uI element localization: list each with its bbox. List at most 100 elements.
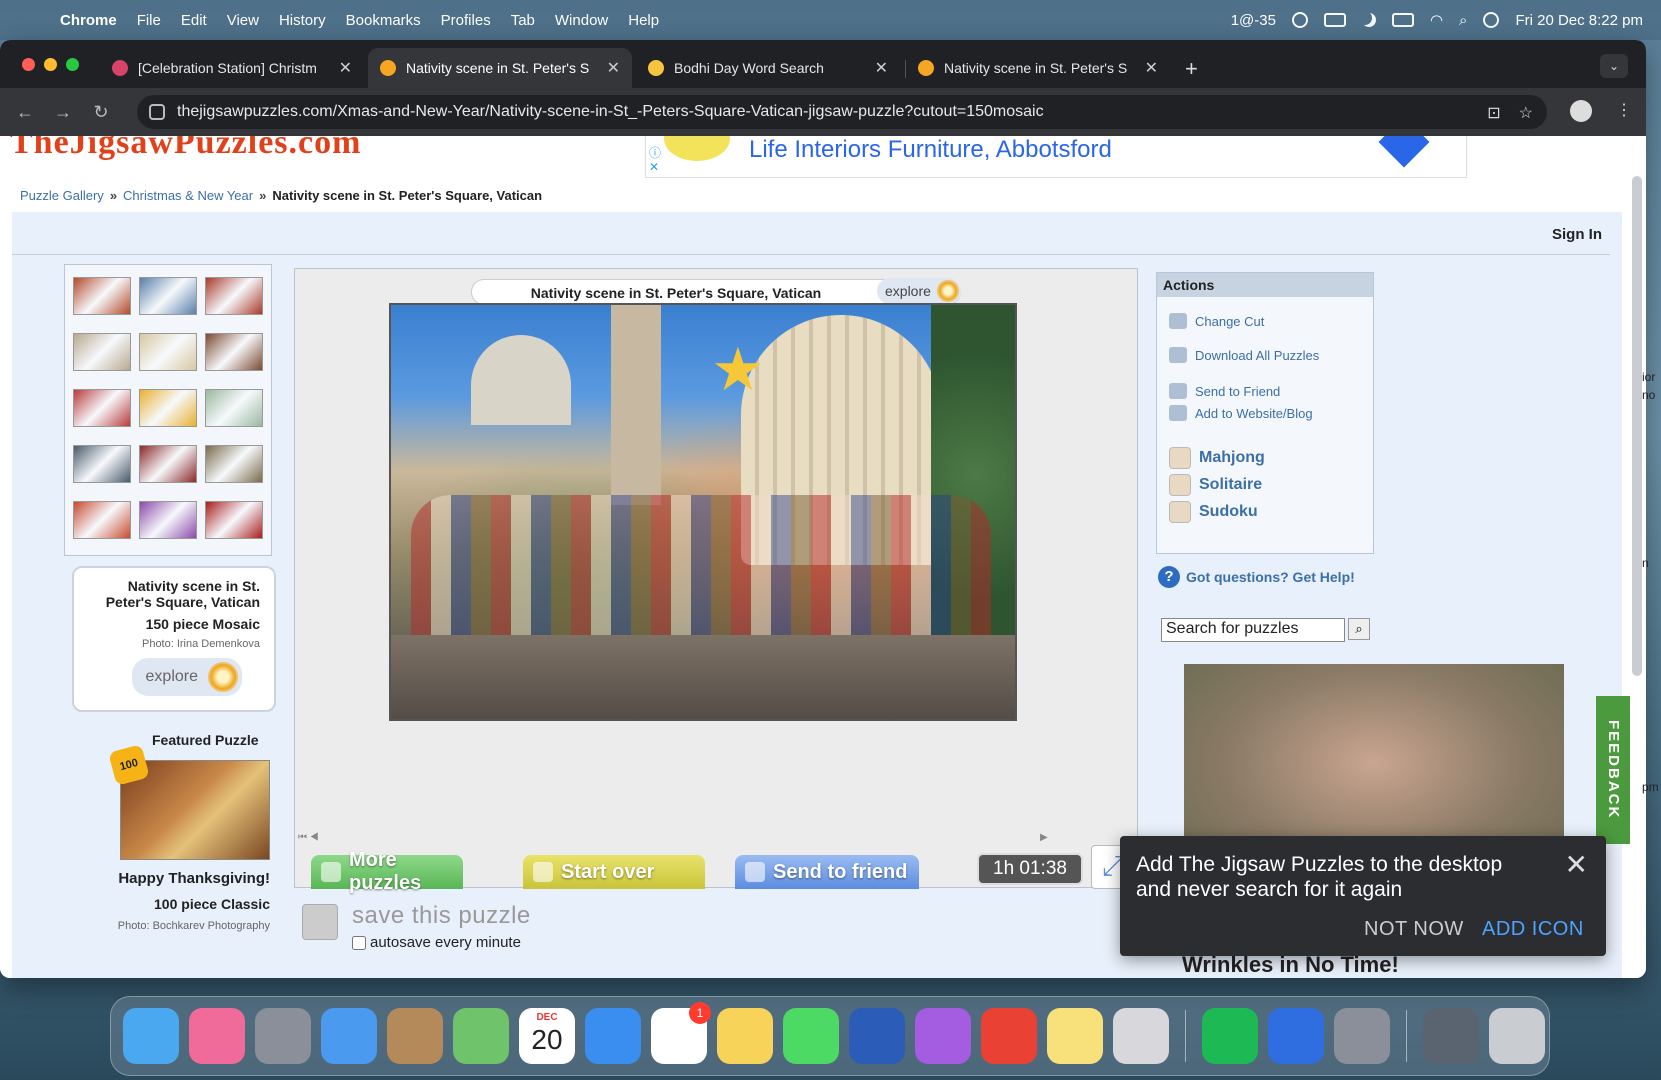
ad-close-icon[interactable]: ✕	[649, 160, 659, 174]
related-puzzle-thumbnail[interactable]	[73, 333, 131, 371]
tab-bodhi-day[interactable]: Bodhi Day Word Search ✕	[636, 48, 900, 88]
close-window-button[interactable]	[22, 58, 35, 71]
tab-nativity-active[interactable]: Nativity scene in St. Peter's S ✕	[368, 48, 632, 88]
menu-profiles[interactable]: Profiles	[441, 12, 491, 29]
url-text[interactable]: thejigsawpuzzles.com/Xmas-and-New-Year/N…	[177, 103, 1044, 121]
minimize-window-button[interactable]	[44, 58, 57, 71]
related-puzzle-thumbnail[interactable]	[73, 445, 131, 483]
dock-chrome-icon[interactable]	[981, 1008, 1037, 1064]
related-puzzle-thumbnail[interactable]	[205, 501, 263, 539]
add-to-website-link[interactable]: Add to Website/Blog	[1169, 405, 1313, 421]
menu-history[interactable]: History	[279, 12, 326, 29]
chrome-menu-icon[interactable]: ⋮	[1616, 100, 1632, 122]
dock-iphone-mirroring-icon[interactable]	[1113, 1008, 1169, 1064]
scroll-left-icon[interactable]: ⏮ ◀	[298, 832, 319, 843]
puzzle-search-input[interactable]: Search for puzzles	[1161, 618, 1345, 642]
tab-celebration-station[interactable]: [Celebration Station] Christm ✕	[100, 48, 364, 88]
ad-info-icon[interactable]: ⓘ	[649, 144, 661, 161]
menu-help[interactable]: Help	[628, 12, 659, 29]
keyboard-icon[interactable]	[1323, 13, 1346, 27]
save-disk-icon[interactable]	[302, 904, 338, 940]
tab-nativity-duplicate[interactable]: Nativity scene in St. Peter's S ✕	[906, 48, 1170, 88]
dock-notes-icon[interactable]	[1047, 1008, 1103, 1064]
tab-close-icon[interactable]: ✕	[339, 58, 352, 78]
new-tab-button[interactable]: +	[1185, 56, 1198, 82]
toast-close-icon[interactable]: ✕	[1565, 848, 1588, 881]
profile-avatar-icon[interactable]	[1570, 100, 1592, 122]
change-cut-link[interactable]: Change Cut	[1169, 313, 1264, 329]
menu-window[interactable]: Window	[555, 12, 608, 29]
focus-moon-icon[interactable]	[1362, 13, 1376, 27]
forward-button[interactable]: →	[44, 102, 82, 123]
dock-word-icon[interactable]	[849, 1008, 905, 1064]
top-ad-banner[interactable]: Life Interiors Furniture, Abbotsford ⓘ ✕	[645, 136, 1467, 178]
zoom-window-button[interactable]	[66, 58, 79, 71]
download-all-link[interactable]: Download All Puzzles	[1169, 347, 1319, 363]
sudoku-link[interactable]: Sudoku	[1169, 501, 1258, 523]
related-puzzle-thumbnail[interactable]	[73, 389, 131, 427]
related-puzzle-thumbnail[interactable]	[73, 277, 131, 315]
puzzle-board[interactable]: Nativity scene in St. Peter's Square, Va…	[294, 268, 1138, 894]
solitaire-link[interactable]: Solitaire	[1169, 474, 1262, 496]
install-app-icon[interactable]: ⊡	[1487, 103, 1500, 123]
related-puzzle-thumbnail[interactable]	[139, 333, 197, 371]
explore-button[interactable]: explore	[131, 658, 242, 696]
related-puzzle-thumbnail[interactable]	[205, 333, 263, 371]
featured-puzzle-title[interactable]: Happy Thanksgiving!	[100, 870, 270, 887]
tab-close-icon[interactable]: ✕	[875, 58, 888, 78]
elapsed-timer[interactable]: 1h 01:38	[977, 853, 1083, 885]
dock-launchpad-icon[interactable]	[255, 1008, 311, 1064]
help-link[interactable]: ? Got questions? Get Help!	[1158, 566, 1355, 588]
dock-mailbird-icon[interactable]	[1268, 1008, 1324, 1064]
dock-finder-icon[interactable]	[123, 1008, 179, 1064]
spotlight-search-icon[interactable]: ⌕	[1459, 12, 1467, 29]
menu-bookmarks[interactable]: Bookmarks	[346, 12, 421, 29]
save-puzzle-link[interactable]: save this puzzle	[352, 902, 531, 930]
related-puzzle-thumbnail[interactable]	[139, 445, 197, 483]
related-puzzle-thumbnail[interactable]	[139, 501, 197, 539]
dock-maps-icon[interactable]	[453, 1008, 509, 1064]
dock-reminders-icon[interactable]: 1	[651, 1002, 711, 1064]
explore-small-button[interactable]: explore	[877, 278, 961, 304]
related-puzzle-thumbnail[interactable]	[139, 389, 197, 427]
wifi-icon[interactable]: ◠	[1430, 11, 1443, 29]
autosave-option[interactable]: autosave every minute	[352, 934, 521, 951]
dock-mail-icon[interactable]	[321, 1008, 377, 1064]
dock-spotify-icon[interactable]	[1202, 1008, 1258, 1064]
puzzle-image[interactable]: ★	[389, 303, 1017, 721]
feedback-tab[interactable]: FEEDBACK	[1596, 696, 1630, 844]
ad-text[interactable]: Life Interiors Furniture, Abbotsford	[749, 136, 1112, 164]
tab-search-chevron-icon[interactable]: ⌄	[1600, 54, 1628, 78]
status-text[interactable]: 1@-35	[1231, 12, 1276, 29]
dock-affinity-icon[interactable]	[189, 1008, 245, 1064]
dock-downloads-stack-icon[interactable]	[1423, 1008, 1479, 1064]
cloud-icon[interactable]	[1291, 12, 1308, 28]
autosave-checkbox[interactable]	[352, 935, 366, 950]
tab-close-icon[interactable]: ✕	[607, 58, 620, 78]
site-logo[interactable]: TheJigsawPuzzles.com	[10, 136, 470, 164]
dock-facetime-icon[interactable]	[783, 1008, 839, 1064]
send-to-friend-link[interactable]: Send to Friend	[1169, 383, 1280, 399]
dock-system-settings-icon[interactable]	[1334, 1008, 1390, 1064]
add-icon-button[interactable]: ADD ICON	[1482, 918, 1584, 941]
tab-close-icon[interactable]: ✕	[1145, 58, 1158, 78]
dock-safari-icon[interactable]	[585, 1008, 641, 1064]
dock-trash-icon[interactable]	[1489, 1008, 1545, 1064]
control-center-icon[interactable]	[1483, 12, 1500, 28]
more-puzzles-button[interactable]: More puzzles	[311, 849, 463, 894]
dock-photos-icon[interactable]	[717, 1008, 773, 1064]
address-bar[interactable]: thejigsawpuzzles.com/Xmas-and-New-Year/N…	[137, 95, 1547, 129]
related-puzzle-thumbnail[interactable]	[139, 277, 197, 315]
dock-contacts-icon[interactable]	[387, 1008, 443, 1064]
reload-button[interactable]: ↻	[82, 102, 120, 123]
related-puzzle-thumbnail[interactable]	[73, 501, 131, 539]
back-button[interactable]: ←	[6, 102, 44, 123]
related-puzzle-thumbnail[interactable]	[205, 445, 263, 483]
dock-podcasts-icon[interactable]	[915, 1008, 971, 1064]
ad-arrow-icon[interactable]	[1378, 136, 1430, 168]
breadcrumb-gallery[interactable]: Puzzle Gallery	[20, 188, 104, 203]
bookmark-star-icon[interactable]: ☆	[1519, 103, 1533, 123]
search-icon[interactable]: ⌕	[1348, 618, 1370, 640]
menu-tab[interactable]: Tab	[511, 12, 535, 29]
clock[interactable]: Fri 20 Dec 8:22 pm	[1515, 12, 1643, 29]
